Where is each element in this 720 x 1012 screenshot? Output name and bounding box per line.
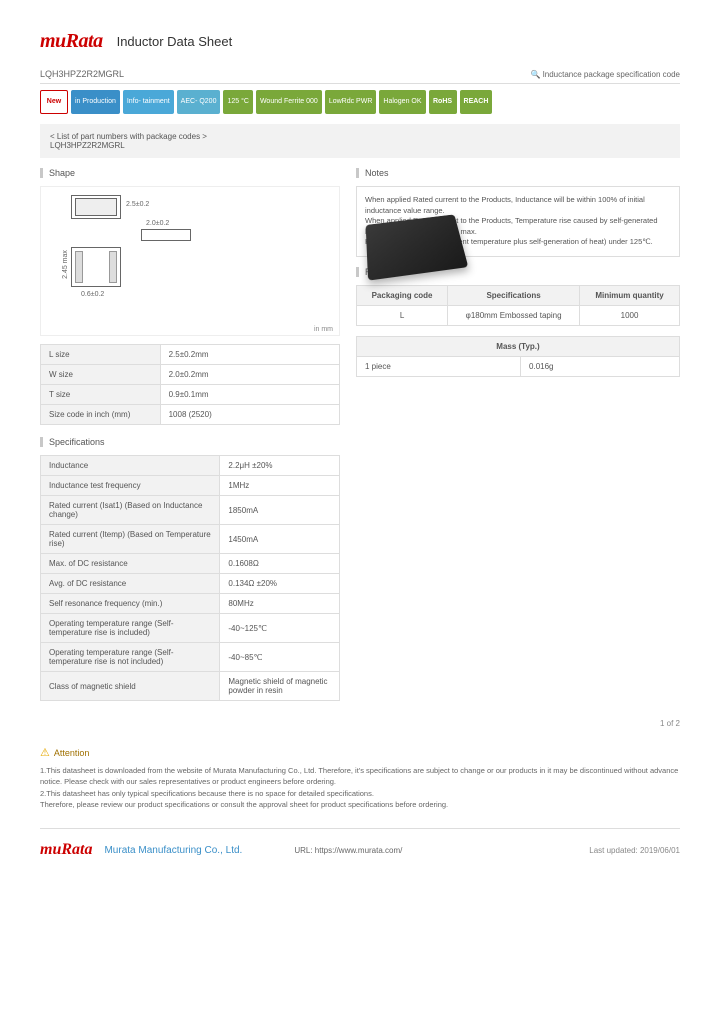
mass-caption: Mass (Typ.) [357, 336, 680, 356]
attention-line: 1.This datasheet is downloaded from the … [40, 765, 680, 788]
table-row: Rated current (Isat1) (Based on Inductan… [41, 496, 340, 525]
footer-updated: Last updated: 2019/06/01 [589, 846, 680, 855]
ref-header-spec: Specifications [448, 285, 580, 305]
specs-heading: Specifications [40, 437, 340, 447]
specs-table: Inductance2.2μH ±20% Inductance test fre… [40, 455, 340, 701]
dim-w: 2.0±0.2 [146, 220, 169, 227]
badge-new: New [40, 90, 68, 114]
page-indicator: 1 of 2 [40, 719, 680, 728]
table-row: L φ180mm Embossed taping 1000 [357, 305, 680, 325]
package-list-item: LQH3HPZ2R2MGRL [50, 141, 670, 150]
badge-wound: Wound Ferrite 000 [256, 90, 322, 114]
badge-halogen: Halogen OK [379, 90, 425, 114]
header: muRata Inductor Data Sheet [40, 30, 680, 53]
logo: muRata [40, 30, 103, 53]
package-list-box: < List of part numbers with package code… [40, 124, 680, 158]
badges: New in Production Info- tainment AEC- Q2… [40, 90, 680, 114]
page-title: Inductor Data Sheet [117, 34, 233, 49]
badge-lowrdc: LowRdc PWR [325, 90, 377, 114]
ref-header-qty: Minimum quantity [580, 285, 680, 305]
references-table: Packaging code Specifications Minimum qu… [356, 285, 680, 326]
table-row: L size2.5±0.2mm [41, 345, 340, 365]
table-row: Avg. of DC resistance0.134Ω ±20% [41, 574, 340, 594]
footer: muRata Murata Manufacturing Co., Ltd. UR… [40, 828, 680, 859]
table-row: W size2.0±0.2mm [41, 365, 340, 385]
table-row: Rated current (Itemp) (Based on Temperat… [41, 525, 340, 554]
table-row: 1 piece 0.016g [357, 356, 680, 376]
table-row: Inductance2.2μH ±20% [41, 456, 340, 476]
badge-125c: 125 °C [223, 90, 252, 114]
dim-t: 2.45 max [62, 250, 69, 279]
table-row: Operating temperature range (Self-temper… [41, 643, 340, 672]
footer-company: Murata Manufacturing Co., Ltd. [104, 845, 242, 856]
table-row: T size0.9±0.1mm [41, 385, 340, 405]
ref-header-code: Packaging code [357, 285, 448, 305]
footer-url[interactable]: URL: https://www.murata.com/ [294, 846, 402, 855]
shape-heading: Shape [40, 168, 340, 178]
search-link[interactable]: Inductance package specification code [531, 70, 680, 79]
mass-table: Mass (Typ.) 1 piece 0.016g [356, 336, 680, 377]
footer-logo: muRata [40, 841, 92, 859]
badge-infotainment: Info- tainment [123, 90, 174, 114]
shape-drawing: 2.5±0.2 2.0±0.2 2.45 max 0.6±0.2 in mm [40, 186, 340, 336]
attention-line: 2.This datasheet has only typical specif… [40, 788, 680, 799]
dim-l: 2.5±0.2 [126, 201, 149, 208]
notes-heading: Notes [356, 168, 680, 178]
attention-section: Attention 1.This datasheet is downloaded… [40, 746, 680, 810]
table-row: Self resonance frequency (min.)80MHz [41, 594, 340, 614]
table-row: Max. of DC resistance0.1608Ω [41, 554, 340, 574]
table-row: Class of magnetic shieldMagnetic shield … [41, 672, 340, 701]
table-row: Inductance test frequency1MHz [41, 476, 340, 496]
part-number: LQH3HPZ2R2MGRL [40, 69, 124, 79]
table-row: Operating temperature range (Self-temper… [41, 614, 340, 643]
badge-production: in Production [71, 90, 120, 114]
dimensions-table: L size2.5±0.2mm W size2.0±0.2mm T size0.… [40, 344, 340, 425]
badge-reach: REACH [460, 90, 493, 114]
attention-heading: Attention [40, 746, 680, 759]
attention-line: Therefore, please review our product spe… [40, 799, 680, 810]
package-list-heading: < List of part numbers with package code… [50, 132, 670, 141]
unit-label: in mm [314, 326, 333, 333]
product-photo [359, 207, 469, 282]
dim-pad: 0.6±0.2 [81, 291, 104, 298]
badge-aec: AEC- Q200 [177, 90, 221, 114]
badge-rohs: RoHS [429, 90, 457, 114]
table-row: Size code in inch (mm)1008 (2520) [41, 405, 340, 425]
part-row: LQH3HPZ2R2MGRL Inductance package specif… [40, 69, 680, 84]
